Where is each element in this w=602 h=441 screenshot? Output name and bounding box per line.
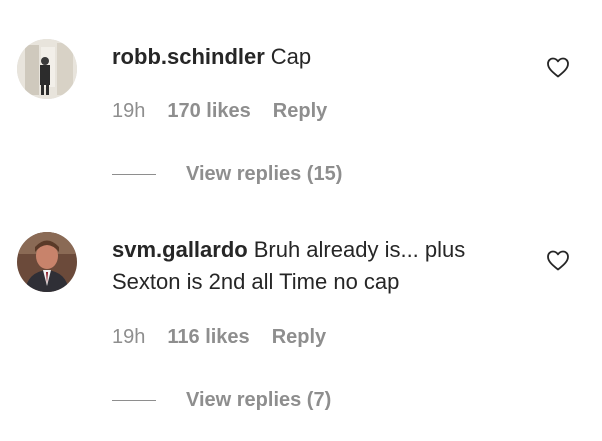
reply-button[interactable]: Reply	[272, 326, 326, 349]
comment-username[interactable]: svm.gallardo	[112, 237, 248, 262]
avatar-image	[17, 39, 77, 99]
replies-divider	[112, 174, 156, 175]
reply-button[interactable]: Reply	[273, 100, 327, 123]
comment-timestamp[interactable]: 19h	[112, 326, 145, 349]
comment-text-block: svm.gallardo Bruh already is... plus Sext…	[112, 234, 532, 298]
comment-likes-count[interactable]: 170 likes	[167, 100, 250, 123]
avatar[interactable]	[17, 39, 77, 99]
comment-text-block: robb.schindler Cap	[112, 41, 532, 73]
avatar-image	[17, 232, 77, 292]
comment-username[interactable]: robb.schindler	[112, 44, 265, 69]
comment-likes-count[interactable]: 116 likes	[167, 326, 249, 349]
view-replies-row[interactable]: View replies (15)	[112, 163, 342, 186]
view-replies-button[interactable]: View replies (7)	[186, 389, 331, 412]
comment-timestamp[interactable]: 19h	[112, 100, 145, 123]
view-replies-button[interactable]: View replies (15)	[186, 163, 342, 186]
comment-body: Cap	[270, 44, 312, 69]
comment-meta: 19h 116 likes Reply	[112, 326, 326, 349]
heart-outline-icon[interactable]	[546, 249, 570, 271]
avatar[interactable]	[17, 232, 77, 292]
view-replies-row[interactable]: View replies (7)	[112, 389, 331, 412]
comment-meta: 19h 170 likes Reply	[112, 100, 327, 123]
replies-divider	[112, 400, 156, 401]
heart-outline-icon[interactable]	[546, 56, 570, 78]
